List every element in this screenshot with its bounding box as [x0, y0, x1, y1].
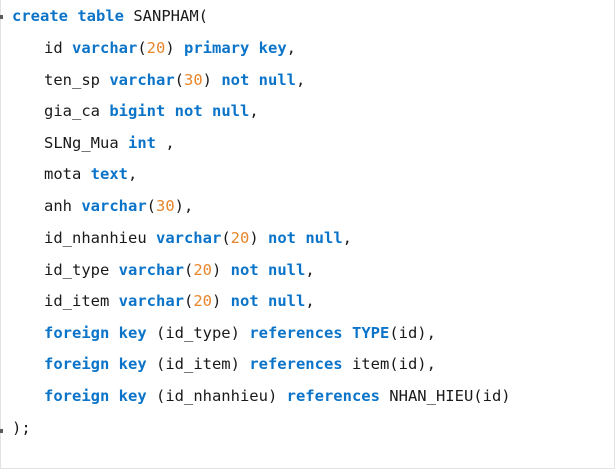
code-line-close: );	[12, 418, 31, 438]
sql-text: ,	[128, 165, 138, 183]
sql-number: 20	[230, 229, 250, 247]
sql-text: id_type	[44, 261, 119, 279]
sql-text: SLNg_Mua	[44, 134, 128, 152]
sql-type: varchar	[155, 229, 222, 247]
sql-number: 30	[184, 71, 203, 89]
sql-text: (	[221, 229, 231, 247]
code-line: id_nhanhieu varchar(20) not null,	[44, 228, 352, 248]
sql-text: )	[165, 39, 185, 57]
code-editor[interactable]: create table SANPHAM(id varchar(20) prim…	[0, 0, 615, 469]
sql-text: ten_sp	[44, 71, 110, 89]
code-line: mota text,	[44, 164, 137, 184]
code-line: id_item varchar(20) not null,	[44, 291, 315, 311]
sql-text: (id_type)	[146, 324, 250, 342]
sql-text: id_item	[44, 292, 119, 310]
sql-keyword: not null	[221, 71, 296, 89]
sql-text: SANPHAM(	[124, 7, 209, 25]
code-line: foreign key (id_item) references item(id…	[44, 354, 436, 374]
sql-text: ,	[249, 102, 259, 120]
sql-text: item(id),	[342, 355, 436, 373]
sql-keyword: foreign key	[44, 355, 147, 373]
code-line: foreign key (id_nhanhieu) references NHA…	[44, 386, 511, 406]
sql-text: )	[212, 292, 231, 310]
code-line: ten_sp varchar(30) not null,	[44, 70, 305, 90]
sql-text: ,	[296, 71, 306, 89]
sql-type: varchar	[118, 261, 184, 279]
sql-type: varchar	[81, 197, 147, 215]
sql-keyword: references	[249, 355, 343, 373]
sql-text: (id_nhanhieu)	[146, 387, 287, 405]
sql-text: mota	[44, 165, 91, 183]
sql-type: varchar	[109, 71, 175, 89]
sql-text: (	[174, 71, 184, 89]
sql-text: NHAN_HIEU(id)	[379, 387, 511, 405]
sql-type: text	[90, 165, 128, 183]
sql-text: (	[137, 39, 147, 57]
sql-keyword: references	[249, 324, 343, 342]
sql-text: ,	[286, 39, 297, 57]
sql-text: );	[12, 419, 31, 437]
sql-text: ,	[305, 292, 315, 310]
sql-keyword: create	[12, 7, 68, 25]
code-line: SLNg_Mua int ,	[44, 133, 175, 153]
sql-text: )	[202, 71, 222, 89]
sql-type: TYPE	[351, 324, 390, 342]
sql-type: varchar	[72, 39, 138, 57]
sql-keyword: table	[77, 7, 125, 25]
sql-text: id_nhanhieu	[44, 229, 156, 247]
fold-marker-icon	[0, 429, 3, 433]
sql-number: 20	[193, 292, 212, 310]
code-line: gia_ca bigint not null,	[44, 101, 259, 121]
code-line: anh varchar(30),	[44, 196, 193, 216]
sql-text: (	[183, 261, 194, 279]
sql-keyword: primary key	[184, 39, 287, 57]
sql-text: )	[249, 229, 268, 247]
sql-number: 30	[156, 197, 175, 215]
sql-keyword: foreign key	[44, 324, 147, 342]
sql-type: int	[128, 134, 156, 152]
sql-keyword: not null	[174, 102, 250, 120]
sql-keyword: not null	[268, 229, 343, 247]
sql-number: 20	[146, 39, 166, 57]
sql-text: (	[146, 197, 156, 215]
sql-keyword: foreign key	[44, 387, 147, 405]
sql-keyword: not null	[230, 292, 306, 310]
sql-text: ,	[156, 134, 175, 152]
sql-type: varchar	[118, 292, 184, 310]
sql-text: (	[183, 292, 194, 310]
sql-text: ,	[305, 261, 315, 279]
sql-text: (id),	[389, 324, 436, 342]
sql-text: id	[44, 39, 72, 57]
sql-keyword: not null	[230, 261, 306, 279]
code-line: id varchar(20) primary key,	[44, 38, 296, 58]
sql-number: 20	[193, 261, 212, 279]
fold-marker-icon	[0, 15, 3, 19]
sql-text: (id_item)	[146, 355, 250, 373]
sql-text: )	[212, 261, 231, 279]
sql-text: ),	[174, 197, 194, 215]
sql-type: bigint	[109, 102, 166, 120]
code-line: foreign key (id_type) references TYPE(id…	[44, 323, 436, 343]
code-line-create-table: create table SANPHAM(	[12, 6, 208, 26]
code-line: id_type varchar(20) not null,	[44, 260, 315, 280]
sql-text: ,	[342, 229, 352, 247]
sql-text: gia_ca	[44, 102, 110, 120]
sql-text: anh	[44, 197, 82, 215]
sql-keyword: references	[286, 387, 380, 405]
